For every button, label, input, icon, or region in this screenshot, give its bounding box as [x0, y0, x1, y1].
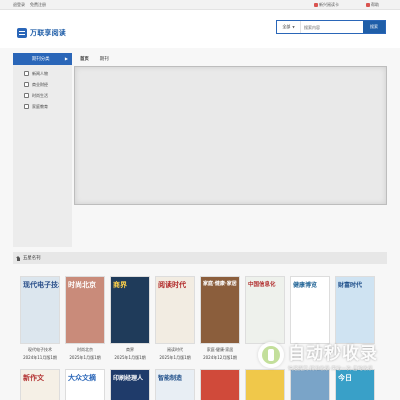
chevron-right-icon: ▶: [64, 56, 68, 61]
top-bar: 退登录 免费注册 新兴阅读卡 帮助: [0, 0, 400, 10]
magazine-card[interactable]: 商界 商界 2025年1月版1期: [110, 276, 150, 361]
magazine-card[interactable]: 现代电子技术 现代电子技术 2024年11月版1期: [20, 276, 60, 361]
cover-title: 阅读时代: [158, 281, 186, 289]
magazine-cover[interactable]: [200, 369, 240, 400]
magazine-card[interactable]: [200, 369, 240, 400]
cover-title: 新作文: [23, 374, 44, 382]
magazine-cover[interactable]: 大众文摘: [65, 369, 105, 400]
magazine-title[interactable]: 现代电子技术: [20, 347, 60, 353]
magazine-card[interactable]: 新作文: [20, 369, 60, 400]
sidebar-item-label: 家庭教育: [32, 103, 48, 109]
magazine-date: 2025年1月版1期: [114, 355, 146, 360]
watermark-title: 自动秒收录: [288, 343, 378, 364]
magazine-card[interactable]: 大众文摘: [65, 369, 105, 400]
magazine-cover[interactable]: 现代电子技术: [20, 276, 60, 344]
tab-journals[interactable]: 期刊: [98, 56, 111, 62]
search-scope-value: 全部: [282, 24, 291, 29]
finance-icon: [24, 82, 29, 87]
magazine-date: 2024年12月版1期: [203, 355, 237, 360]
sidebar-item-news[interactable]: 新闻人物: [13, 68, 72, 79]
cover-title: 现代电子技术: [23, 281, 59, 289]
category-sidebar: 期刊分类 ▶ 新闻人物 商业财经 时尚生活 家庭教育: [13, 53, 72, 247]
sidebar-item-label: 商业财经: [32, 81, 48, 87]
magazine-cover[interactable]: 新作文: [20, 369, 60, 400]
site-logo[interactable]: 万联享阅读: [17, 26, 66, 40]
magazine-cover[interactable]: 家庭·健康·家居: [200, 276, 240, 344]
magazine-title[interactable]: 商界: [110, 347, 150, 353]
magazine-card[interactable]: 印刷经理人: [110, 369, 150, 400]
cover-title: 印刷经理人: [113, 375, 144, 382]
cover-title: 中国信息化: [248, 282, 276, 288]
magazine-cover[interactable]: 商界: [110, 276, 150, 344]
magazine-date: 2025年1月版1期: [159, 355, 191, 360]
cover-title: 智能制造: [158, 375, 183, 382]
help-icon: [366, 3, 370, 7]
sidebar-item-family[interactable]: 家庭教育: [13, 101, 72, 112]
sidebar-item-label: 时尚生活: [32, 92, 48, 98]
sidebar-heading-label: 期刊分类: [32, 57, 50, 62]
tab-home[interactable]: 首页: [78, 56, 91, 62]
magazine-title[interactable]: 阅读时代: [155, 347, 195, 353]
section-header: 五星名刊: [13, 252, 387, 264]
magazine-cover[interactable]: 阅读时代: [155, 276, 195, 344]
main-tabs: 首页 期刊: [78, 54, 387, 64]
cover-title: 财富时代: [338, 282, 363, 289]
magazine-card[interactable]: 家庭·健康·家居 家庭·健康·家居 2024年12月版1期: [200, 276, 240, 361]
home-icon: [16, 255, 21, 261]
reading-card-label: 新兴阅读卡: [319, 2, 339, 7]
search-input[interactable]: [301, 21, 363, 33]
magazine-card[interactable]: 阅读时代 阅读时代 2025年1月版1期: [155, 276, 195, 361]
magazine-cover[interactable]: 印刷经理人: [110, 369, 150, 400]
watermark-logo-icon: [258, 342, 284, 368]
magazine-date: 2025年1月版1期: [69, 355, 101, 360]
cover-title: 健康博览: [293, 282, 318, 289]
lifestyle-icon: [24, 93, 29, 98]
logo-text: 万联享阅读: [30, 29, 66, 37]
magazine-cover[interactable]: 智能制造: [155, 369, 195, 400]
card-icon: [314, 3, 318, 7]
watermark-subtitle: 快速提交·精准收录·来访一次·自动收录: [288, 365, 373, 372]
sidebar-item-finance[interactable]: 商业财经: [13, 79, 72, 90]
magazine-cover[interactable]: 时尚北京: [65, 276, 105, 344]
sidebar-heading[interactable]: 期刊分类 ▶: [13, 53, 72, 65]
book-logo-icon: [17, 28, 27, 38]
cover-title: 时尚北京: [68, 281, 96, 289]
chevron-down-icon: ▼: [292, 25, 295, 29]
magazine-card[interactable]: 智能制造: [155, 369, 195, 400]
logout-link[interactable]: 退登录: [13, 2, 25, 8]
sidebar-item-label: 新闻人物: [32, 70, 48, 76]
magazine-card[interactable]: 时尚北京 时尚北京 2025年1月版1期: [65, 276, 105, 361]
help-link[interactable]: 帮助: [366, 2, 379, 8]
register-link[interactable]: 免费注册: [30, 2, 46, 8]
search-button[interactable]: 搜索: [363, 21, 385, 33]
family-icon: [24, 104, 29, 109]
content-panel: [74, 66, 387, 205]
cover-title: 大众文摘: [68, 374, 96, 382]
magazine-date: 2024年11月版1期: [23, 355, 57, 360]
magazine-title[interactable]: 时尚北京: [65, 347, 105, 353]
search-bar: 全部 ▼ 搜索: [276, 20, 386, 34]
cover-title: 商界: [113, 281, 127, 289]
search-scope-select[interactable]: 全部 ▼: [277, 21, 301, 33]
reading-card-link[interactable]: 新兴阅读卡: [314, 2, 339, 8]
section-title: 五星名刊: [23, 256, 41, 261]
help-label: 帮助: [371, 2, 379, 7]
sidebar-item-lifestyle[interactable]: 时尚生活: [13, 90, 72, 101]
magazine-title[interactable]: 家庭·健康·家居: [200, 347, 240, 353]
watermark: 自动秒收录 快速提交·精准收录·来访一次·自动收录: [258, 331, 393, 379]
news-icon: [24, 71, 29, 76]
cover-title: 家庭·健康·家居: [203, 281, 237, 287]
